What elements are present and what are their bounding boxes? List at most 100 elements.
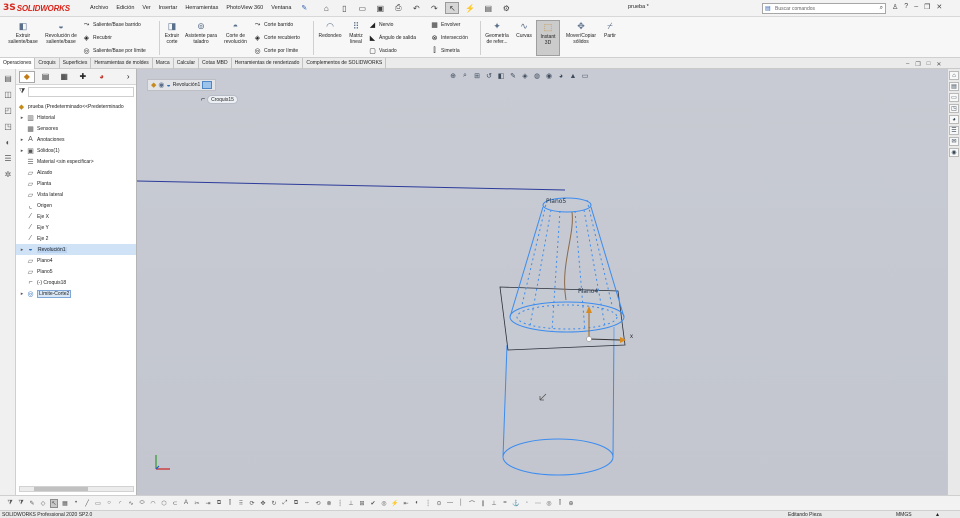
sketch-breadcrumb: ⌐ Croquis15 (201, 94, 238, 104)
status-mode: Editando Pieza (788, 512, 822, 518)
collinear-icon[interactable]: ⋯ (534, 499, 542, 508)
zoom-to-fit-icon[interactable]: ⌕ (460, 71, 470, 81)
forum-tab-icon[interactable]: ✉ (949, 137, 959, 146)
offset-icon[interactable]: ⧉ (215, 499, 223, 508)
extend-icon[interactable]: ⇥ (204, 499, 212, 508)
breadcrumb: ◆ ◉ ◒ Revolución1 (147, 79, 217, 91)
plane4-outline (499, 286, 626, 351)
slot-icon[interactable]: ⊂ (171, 499, 179, 508)
rotate-entities-icon[interactable]: ↻ (270, 499, 278, 508)
rapid-sketch-icon[interactable]: ⚡ (391, 499, 399, 508)
line-icon[interactable]: ╱ (83, 499, 91, 508)
repair-sketch-icon[interactable]: ✔ (369, 499, 377, 508)
coincident-icon[interactable]: ⊙ (435, 499, 443, 508)
body-icon[interactable]: ◉ (158, 81, 164, 89)
relations-icon[interactable]: ⊥ (347, 499, 355, 508)
document-window-controls: – ❐ □ ✕ (906, 61, 941, 68)
scale-entities-icon[interactable]: ⤢ (281, 499, 289, 508)
view-cube-icon[interactable]: ◈ (520, 71, 530, 81)
convert-entities-icon[interactable]: ⟲ (314, 499, 322, 508)
stretch-icon[interactable]: ⇔ (303, 499, 311, 508)
fully-define-icon[interactable]: ⊞ (358, 499, 366, 508)
filter-toolbar-icon[interactable]: ⧩ (6, 499, 14, 508)
revolve-feature-icon[interactable]: ◒ (167, 82, 171, 89)
midpoint-icon[interactable]: ◦ (523, 499, 531, 508)
equal-icon[interactable]: = (501, 499, 509, 508)
view-orientation-icon[interactable]: ⊕ (448, 71, 458, 81)
filter-edges-icon[interactable]: ⧩ (17, 499, 25, 508)
status-version: SOLIDWORKS Professional 2020 SP2.0 (2, 512, 93, 518)
hide-show-items-icon[interactable]: ◉ (544, 71, 554, 81)
grid-icon[interactable]: ▦ (61, 499, 69, 508)
sketch-shortcut-toolbar: ⧩ ⧩ ✎ ◇ ↖ ▦ • ╱ ▭ ○ ◜ ∿ ⬭ ◠ ⬡ ⊂ A ✂ ⇥ ⧉ … (0, 495, 960, 510)
quick-snaps-icon[interactable]: ◎ (380, 499, 388, 508)
dynamic-annotation-icon[interactable]: ✎ (508, 71, 518, 81)
status-bar: SOLIDWORKS Professional 2020 SP2.0 Edita… (0, 510, 960, 518)
vertical-icon[interactable]: │ (457, 499, 465, 508)
arc-icon[interactable]: ◜ (116, 499, 124, 508)
doc-maximize-icon[interactable]: □ (927, 61, 931, 68)
manipulator-origin (586, 336, 592, 342)
text-icon[interactable]: A (182, 499, 190, 508)
3d-content-central-icon[interactable]: ◉ (949, 148, 959, 157)
polygon-icon[interactable]: ⬡ (160, 499, 168, 508)
mirror-sketch-icon[interactable]: ⫿ (226, 499, 234, 508)
apply-scene-icon[interactable]: ▲ (568, 71, 578, 81)
view-palette-tab-icon[interactable]: ◳ (949, 104, 959, 113)
linear-pattern-sketch-icon[interactable]: ⠿ (237, 499, 245, 508)
spline-icon[interactable]: ∿ (127, 499, 135, 508)
intersection-curve-icon[interactable]: ⊗ (325, 499, 333, 508)
breadcrumb-feature[interactable]: Revolución1 (173, 82, 201, 88)
appearances-tab-icon[interactable]: ◕ (949, 115, 959, 124)
breadcrumb-sketch[interactable]: Croquis15 (207, 94, 238, 104)
task-pane-tabs: ⌂ ▤ ▭ ◳ ◕ ☰ ✉ ◉ (947, 69, 960, 495)
fix-icon[interactable]: ⚓ (512, 499, 520, 508)
units-up-arrow-icon[interactable]: ▴ (936, 511, 939, 518)
smart-dimension-icon[interactable]: ◇ (39, 499, 47, 508)
circle-icon[interactable]: ○ (105, 499, 113, 508)
units-selector[interactable]: MMGS (896, 512, 912, 518)
solidworks-resources-icon[interactable]: ⌂ (949, 71, 959, 80)
edit-appearance-icon[interactable]: ◕ (556, 71, 566, 81)
doc-close-icon[interactable]: ✕ (936, 61, 941, 68)
horizontal-icon[interactable]: ― (446, 499, 454, 508)
trim-icon[interactable]: ✂ (193, 499, 201, 508)
doc-minimize-icon[interactable]: – (906, 61, 909, 68)
heads-up-view-toolbar: ⊕ ⌕ ⊞ ↺ ◧ ✎ ◈ ◍ ◉ ◕ ▲ ▭ (448, 71, 590, 81)
tangent-icon[interactable]: ⌒ (468, 499, 476, 508)
shaded-contours-icon[interactable]: ◐ (413, 499, 421, 508)
section-view-icon[interactable]: ◧ (496, 71, 506, 81)
instant2d-icon[interactable]: ⇤ (402, 499, 410, 508)
previous-view-icon[interactable]: ↺ (484, 71, 494, 81)
select-icon[interactable]: ↖ (50, 498, 58, 508)
ellipse-icon[interactable]: ⬭ (138, 499, 146, 508)
rectangle-icon[interactable]: ▭ (94, 499, 102, 508)
move-entities-icon[interactable]: ✥ (259, 499, 267, 508)
circular-pattern-icon[interactable]: ⟳ (248, 499, 256, 508)
breadcrumb-sketch-box[interactable] (202, 81, 213, 89)
plane5-label[interactable]: Plano5 (546, 198, 566, 205)
parallel-icon[interactable]: ∥ (479, 499, 487, 508)
construction-icon[interactable]: ┆ (336, 499, 344, 508)
viewport-background (137, 69, 947, 495)
custom-properties-tab-icon[interactable]: ☰ (949, 126, 959, 135)
merge-icon[interactable]: ⊕ (567, 499, 575, 508)
sketch-tool-icon[interactable]: ✎ (28, 499, 36, 508)
plane4-label[interactable]: Plano4 (578, 288, 598, 295)
concentric-icon[interactable]: ◎ (545, 499, 553, 508)
view-settings-icon[interactable]: ▭ (580, 71, 590, 81)
design-library-tab-icon[interactable]: ▤ (949, 82, 959, 91)
zoom-to-area-icon[interactable]: ⊞ (472, 71, 482, 81)
file-explorer-tab-icon[interactable]: ▭ (949, 93, 959, 102)
doc-restore-icon[interactable]: ❐ (915, 61, 920, 68)
point-icon[interactable]: • (72, 499, 80, 508)
perpendicular-icon[interactable]: ⊥ (490, 499, 498, 508)
sketch-icon[interactable]: ⌐ (201, 96, 205, 103)
display-style-icon[interactable]: ◍ (532, 71, 542, 81)
symmetric-icon[interactable]: ⫿ (556, 499, 564, 508)
fillet-sketch-icon[interactable]: ◠ (149, 499, 157, 508)
sketch-separator: ┊ (426, 500, 430, 507)
part-icon[interactable]: ◆ (151, 81, 156, 89)
axis-x-label: x (630, 334, 633, 340)
copy-entities-icon[interactable]: ⧉ (292, 499, 300, 508)
